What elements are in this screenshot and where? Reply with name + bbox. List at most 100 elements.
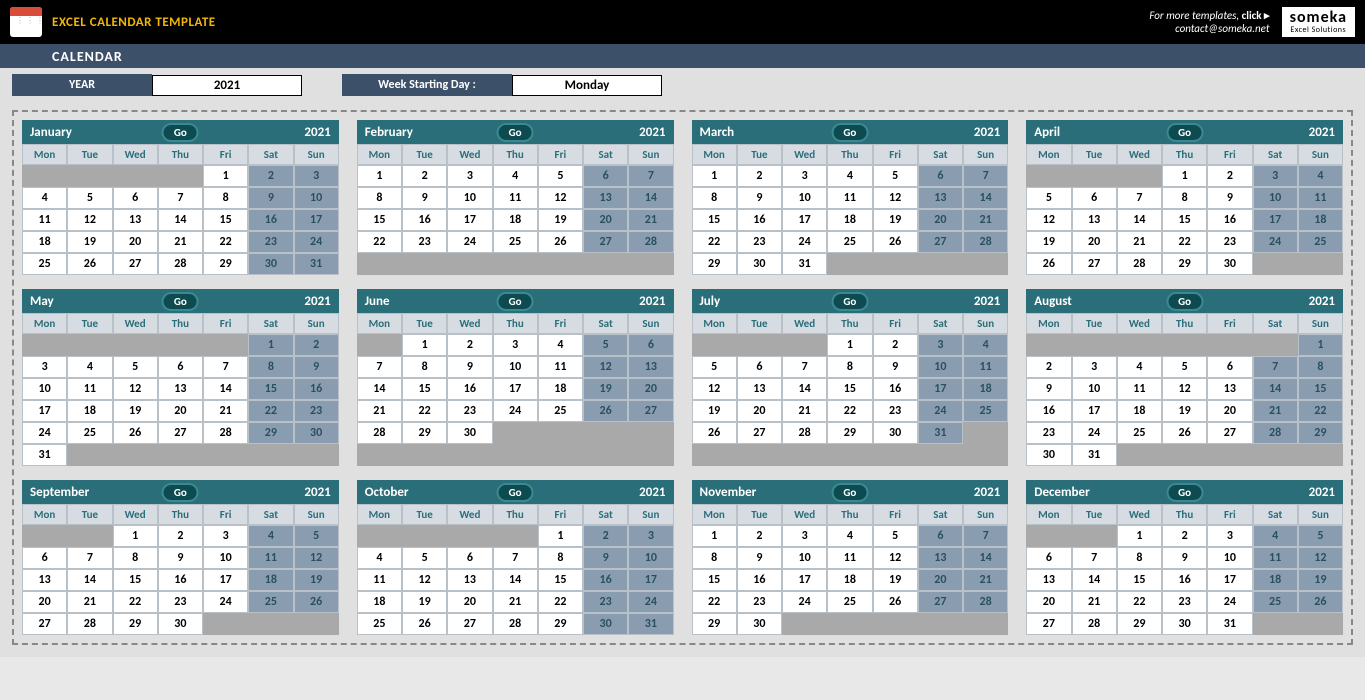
day-cell[interactable]: 2 — [737, 165, 782, 187]
day-cell[interactable]: 25 — [22, 253, 67, 275]
day-cell[interactable]: 1 — [538, 525, 583, 547]
day-cell[interactable]: 9 — [1162, 547, 1207, 569]
day-cell[interactable]: 24 — [918, 400, 963, 422]
day-cell[interactable]: 16 — [1026, 400, 1071, 422]
day-cell[interactable]: 16 — [583, 569, 628, 591]
day-cell[interactable]: 21 — [203, 400, 248, 422]
day-cell[interactable]: 15 — [203, 209, 248, 231]
week-start-input[interactable]: Monday — [512, 75, 662, 96]
day-cell[interactable]: 26 — [538, 231, 583, 253]
day-cell[interactable]: 1 — [1117, 525, 1162, 547]
day-cell[interactable]: 11 — [22, 209, 67, 231]
go-button[interactable]: Go — [162, 123, 199, 142]
day-cell[interactable]: 20 — [1026, 591, 1071, 613]
day-cell[interactable]: 30 — [873, 422, 918, 444]
go-button[interactable]: Go — [1166, 123, 1203, 142]
day-cell[interactable]: 2 — [158, 525, 203, 547]
day-cell[interactable]: 6 — [918, 525, 963, 547]
day-cell[interactable]: 13 — [737, 378, 782, 400]
day-cell[interactable]: 7 — [1253, 356, 1298, 378]
day-cell[interactable]: 8 — [402, 356, 447, 378]
day-cell[interactable]: 20 — [22, 591, 67, 613]
day-cell[interactable]: 10 — [782, 187, 827, 209]
go-button[interactable]: Go — [1166, 292, 1203, 311]
day-cell[interactable]: 19 — [583, 378, 628, 400]
day-cell[interactable]: 4 — [22, 187, 67, 209]
day-cell[interactable]: 12 — [538, 187, 583, 209]
day-cell[interactable]: 5 — [294, 525, 339, 547]
day-cell[interactable]: 27 — [22, 613, 67, 635]
day-cell[interactable]: 15 — [248, 378, 293, 400]
day-cell[interactable]: 20 — [918, 209, 963, 231]
day-cell[interactable]: 5 — [583, 334, 628, 356]
day-cell[interactable]: 5 — [692, 356, 737, 378]
day-cell[interactable]: 20 — [158, 400, 203, 422]
day-cell[interactable]: 31 — [1072, 444, 1117, 466]
go-button[interactable]: Go — [162, 292, 199, 311]
day-cell[interactable]: 1 — [827, 334, 872, 356]
day-cell[interactable]: 31 — [22, 444, 67, 466]
day-cell[interactable]: 22 — [1162, 231, 1207, 253]
day-cell[interactable]: 25 — [67, 422, 112, 444]
day-cell[interactable]: 27 — [113, 253, 158, 275]
day-cell[interactable]: 16 — [248, 209, 293, 231]
day-cell[interactable]: 23 — [737, 231, 782, 253]
day-cell[interactable]: 16 — [737, 569, 782, 591]
day-cell[interactable]: 9 — [447, 356, 492, 378]
day-cell[interactable]: 16 — [447, 378, 492, 400]
day-cell[interactable]: 3 — [294, 165, 339, 187]
day-cell[interactable]: 21 — [1253, 400, 1298, 422]
day-cell[interactable]: 25 — [493, 231, 538, 253]
day-cell[interactable]: 17 — [1253, 209, 1298, 231]
day-cell[interactable]: 4 — [963, 334, 1008, 356]
day-cell[interactable]: 18 — [248, 569, 293, 591]
day-cell[interactable]: 19 — [538, 209, 583, 231]
day-cell[interactable]: 25 — [827, 591, 872, 613]
day-cell[interactable]: 18 — [1298, 209, 1343, 231]
day-cell[interactable]: 7 — [782, 356, 827, 378]
day-cell[interactable]: 30 — [1162, 613, 1207, 635]
day-cell[interactable]: 30 — [737, 613, 782, 635]
day-cell[interactable]: 29 — [248, 422, 293, 444]
day-cell[interactable]: 5 — [113, 356, 158, 378]
day-cell[interactable]: 17 — [782, 569, 827, 591]
day-cell[interactable]: 18 — [22, 231, 67, 253]
day-cell[interactable]: 17 — [447, 209, 492, 231]
day-cell[interactable]: 7 — [158, 187, 203, 209]
day-cell[interactable]: 10 — [1072, 378, 1117, 400]
day-cell[interactable]: 10 — [203, 547, 248, 569]
day-cell[interactable]: 10 — [782, 547, 827, 569]
day-cell[interactable]: 16 — [402, 209, 447, 231]
day-cell[interactable]: 21 — [493, 591, 538, 613]
day-cell[interactable]: 19 — [1298, 569, 1343, 591]
day-cell[interactable]: 16 — [158, 569, 203, 591]
day-cell[interactable]: 14 — [963, 187, 1008, 209]
day-cell[interactable]: 30 — [294, 422, 339, 444]
day-cell[interactable]: 19 — [873, 569, 918, 591]
day-cell[interactable]: 17 — [782, 209, 827, 231]
day-cell[interactable]: 7 — [203, 356, 248, 378]
day-cell[interactable]: 17 — [22, 400, 67, 422]
day-cell[interactable]: 24 — [628, 591, 673, 613]
day-cell[interactable]: 20 — [918, 569, 963, 591]
day-cell[interactable]: 27 — [918, 231, 963, 253]
day-cell[interactable]: 11 — [538, 356, 583, 378]
day-cell[interactable]: 7 — [1117, 187, 1162, 209]
day-cell[interactable]: 2 — [1026, 356, 1071, 378]
day-cell[interactable]: 11 — [827, 187, 872, 209]
day-cell[interactable]: 1 — [113, 525, 158, 547]
day-cell[interactable]: 1 — [357, 165, 402, 187]
day-cell[interactable]: 24 — [493, 400, 538, 422]
day-cell[interactable]: 21 — [1072, 591, 1117, 613]
day-cell[interactable]: 9 — [1207, 187, 1252, 209]
day-cell[interactable]: 25 — [538, 400, 583, 422]
day-cell[interactable]: 18 — [493, 209, 538, 231]
day-cell[interactable]: 13 — [918, 187, 963, 209]
go-button[interactable]: Go — [162, 483, 199, 502]
day-cell[interactable]: 22 — [203, 231, 248, 253]
day-cell[interactable]: 17 — [203, 569, 248, 591]
day-cell[interactable]: 26 — [113, 422, 158, 444]
day-cell[interactable]: 13 — [1072, 209, 1117, 231]
day-cell[interactable]: 12 — [294, 547, 339, 569]
day-cell[interactable]: 25 — [1298, 231, 1343, 253]
